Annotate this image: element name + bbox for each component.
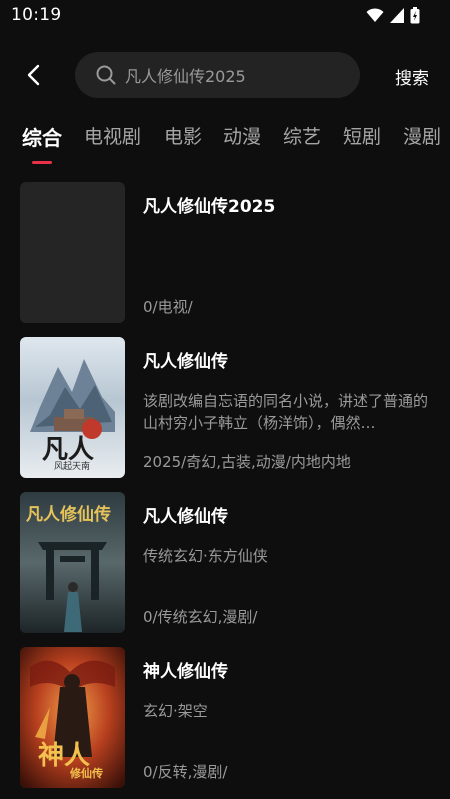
result-title: 凡人修仙传 — [143, 352, 228, 372]
search-icon — [96, 65, 116, 85]
result-title: 凡人修仙传2025 — [143, 197, 276, 217]
tab-tv-series[interactable]: 电视剧 — [84, 122, 141, 149]
poster-subtitle: 风起天南 — [54, 462, 91, 472]
status-icons — [366, 7, 420, 24]
tab-comic-drama[interactable]: 漫剧 — [403, 122, 441, 149]
chevron-left-icon — [27, 64, 40, 86]
tab-short-drama[interactable]: 短剧 — [343, 122, 381, 149]
status-bar: 10:19 — [0, 0, 450, 30]
result-description: 玄幻·架空 — [143, 702, 208, 720]
active-tab-indicator — [32, 161, 52, 164]
poster-subtitle: 修仙传 — [70, 767, 103, 780]
poster-placeholder — [20, 182, 125, 323]
tab-movies[interactable]: 电影 — [164, 122, 202, 149]
search-box[interactable] — [75, 52, 360, 98]
search-input[interactable] — [125, 65, 345, 85]
signal-icon — [390, 8, 404, 23]
result-meta: 0/传统玄幻,漫剧/ — [143, 608, 258, 626]
result-item[interactable]: 神人 修仙传 神人修仙传 玄幻·架空 0/反转,漫剧/ — [0, 647, 450, 788]
result-title: 神人修仙传 — [143, 662, 228, 682]
back-button[interactable] — [18, 60, 48, 90]
search-header: 搜索 — [0, 52, 450, 98]
category-tabs: 综合 电视剧 电影 动漫 综艺 短剧 漫剧 — [0, 122, 450, 167]
result-item[interactable]: 凡人修仙传2025 0/电视/ — [0, 182, 450, 323]
result-meta: 0/电视/ — [143, 298, 193, 316]
result-meta: 2025/奇幻,古装,动漫/内地内地 — [143, 453, 351, 471]
result-item[interactable]: 凡人修仙传 凡人修仙传 传统玄幻·东方仙侠 0/传统玄幻,漫剧/ — [0, 492, 450, 633]
result-description: 该剧改编自忘语的同名小说，讲述了普通的山村穷小子韩立（杨洋饰），偶然… — [143, 392, 429, 432]
poster-image: 凡人修仙传 — [20, 492, 125, 633]
tab-anime[interactable]: 动漫 — [223, 122, 261, 149]
status-time: 10:19 — [11, 5, 62, 25]
result-description: 传统玄幻·东方仙侠 — [143, 547, 268, 565]
search-button[interactable]: 搜索 — [395, 64, 429, 89]
battery-icon — [410, 7, 420, 24]
poster-image: 凡人 风起天南 — [20, 337, 125, 478]
result-item[interactable]: 凡人 风起天南 凡人修仙传 该剧改编自忘语的同名小说，讲述了普通的山村穷小子韩立… — [0, 337, 450, 478]
tab-all[interactable]: 综合 — [22, 122, 62, 151]
poster-image: 神人 修仙传 — [20, 647, 125, 788]
tab-variety[interactable]: 综艺 — [283, 122, 321, 149]
poster-title: 凡人修仙传 — [26, 505, 111, 525]
wifi-icon — [366, 8, 384, 22]
result-meta: 0/反转,漫剧/ — [143, 763, 228, 781]
result-title: 凡人修仙传 — [143, 507, 228, 527]
